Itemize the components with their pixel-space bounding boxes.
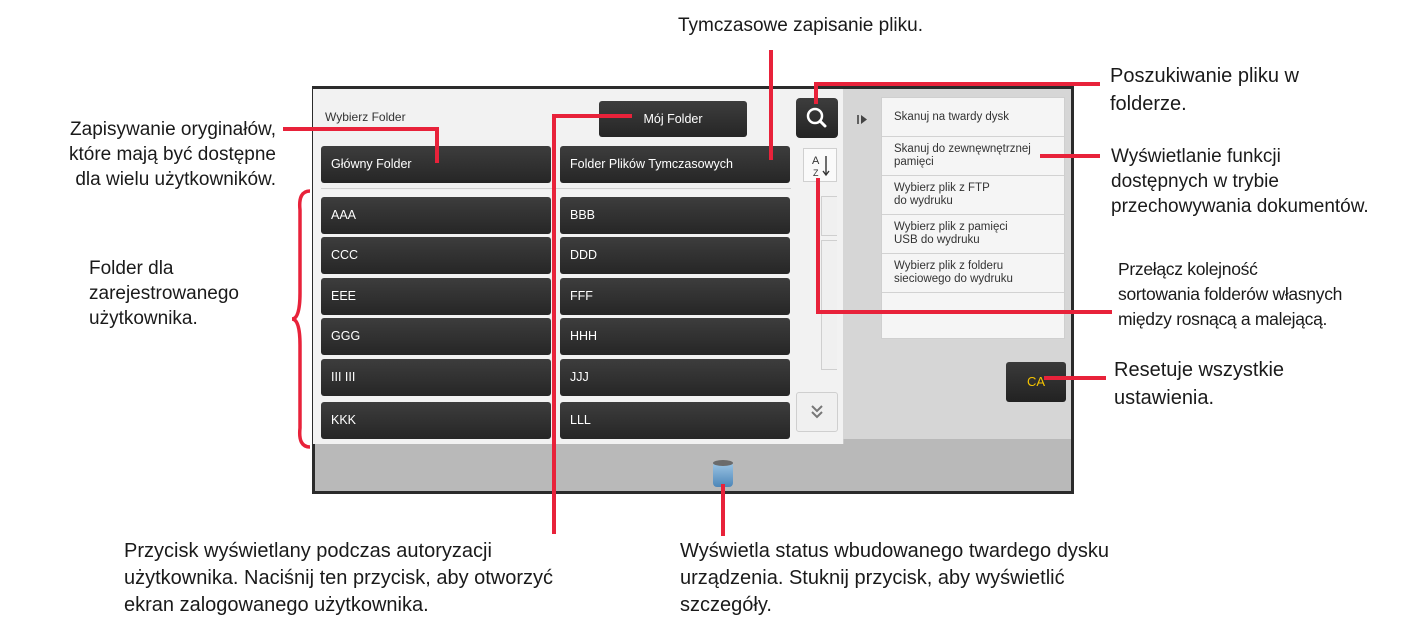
- callout-line: użytkownika. Naciśnij ten przycisk, aby …: [124, 567, 554, 589]
- callout-line: zarejestrowanego: [89, 283, 239, 304]
- folder-button[interactable]: KKK: [321, 402, 551, 439]
- divider: [321, 188, 791, 189]
- leader-my-folder-v: [552, 114, 556, 534]
- folder-button[interactable]: DDD: [560, 237, 790, 274]
- callout-line: dostępnych w trybie: [1111, 171, 1279, 192]
- leader-my-folder-h: [552, 114, 632, 118]
- callout-sort: Przełącz kolejność sortowania folderów w…: [1118, 257, 1342, 332]
- callout-line: które mają być dostępne: [68, 144, 276, 165]
- leader-search-h: [814, 82, 1100, 86]
- function-menu-item-label: Skanuj na twardy dysk: [894, 111, 1010, 123]
- leader-sort-v: [816, 178, 820, 313]
- temp-folder-button[interactable]: Folder Plików Tymczasowych: [560, 146, 790, 183]
- callout-my-folder: Przycisk wyświetlany podczas autoryzacji…: [124, 538, 553, 619]
- leader-hdd-v: [721, 484, 725, 536]
- function-menu-item-label: do wydruku: [894, 195, 953, 207]
- callout-line: Resetuje wszystkie: [1114, 359, 1285, 381]
- sidebar-toggle[interactable]: [850, 100, 876, 140]
- folder-button[interactable]: III III: [321, 359, 551, 396]
- callout-line: Zapisywanie oryginałów,: [70, 119, 276, 140]
- sort-button[interactable]: A Z: [803, 148, 837, 182]
- ca-button[interactable]: CA: [1006, 362, 1066, 402]
- folder-button[interactable]: HHH: [560, 318, 790, 355]
- function-menu-item-label: USB do wydruku: [894, 234, 980, 246]
- callout-line: Przycisk wyświetlany podczas autoryzacji: [124, 540, 492, 562]
- leader-search-v: [814, 82, 818, 104]
- scroll-track[interactable]: [821, 240, 837, 370]
- callout-line: ustawienia.: [1114, 387, 1215, 409]
- svg-text:A: A: [812, 155, 820, 167]
- folder-button[interactable]: EEE: [321, 278, 551, 315]
- search-button[interactable]: [796, 98, 838, 138]
- search-icon: [806, 107, 827, 128]
- function-menu-item-label: sieciowego do wydruku: [894, 273, 1013, 285]
- registered-brace: [291, 189, 311, 449]
- expand-icon: [857, 115, 867, 124]
- callout-line: Wyświetla status wbudowanego twardego dy…: [680, 540, 1109, 562]
- callout-temp-save: Tymczasowe zapisanie pliku.: [678, 13, 923, 38]
- leader-temp-save-v: [769, 50, 773, 160]
- select-folder-label: Wybierz Folder: [325, 110, 406, 124]
- function-list: Skanuj na twardy dysk Skanuj do zewnęwnęt…: [881, 97, 1065, 339]
- callout-line: Poszukiwanie pliku w: [1110, 65, 1299, 87]
- callout-line: folderze.: [1110, 93, 1187, 115]
- callout-line: dla wielu użytkowników.: [75, 169, 276, 190]
- callout-shared: Zapisywanie oryginałów, które mają być d…: [6, 117, 276, 192]
- callout-functions: Wyświetlanie funkcji dostępnych w trybie…: [1111, 144, 1369, 219]
- function-menu-item-label: Skanuj do zewnęwnętrznej: [894, 143, 1031, 155]
- leader-shared-v: [435, 127, 439, 163]
- callout-line: przechowywania dokumentów.: [1111, 196, 1369, 217]
- ca-label: CA: [1026, 374, 1046, 389]
- scroll-up-button[interactable]: [821, 196, 837, 236]
- function-menu-item[interactable]: Wybierz plik z FTP do wydruku: [882, 176, 1064, 215]
- callout-temp-save-text: Tymczasowe zapisanie pliku.: [678, 15, 923, 36]
- folder-button[interactable]: FFF: [560, 278, 790, 315]
- folder-button[interactable]: LLL: [560, 402, 790, 439]
- folder-button[interactable]: GGG: [321, 318, 551, 355]
- double-chevron-down-icon: [811, 405, 823, 419]
- callout-line: ekran zalogowanego użytkownika.: [124, 594, 429, 616]
- leader-reset-h: [1044, 376, 1106, 380]
- leader-sort-h: [816, 310, 1112, 314]
- callout-line: Folder dla: [89, 258, 174, 279]
- folder-button[interactable]: BBB: [560, 197, 790, 234]
- function-menu-item[interactable]: Wybierz plik z folderu sieciowego do wydr…: [882, 254, 1064, 293]
- callout-reset: Resetuje wszystkie ustawienia.: [1114, 356, 1284, 412]
- callout-line: sortowania folderów własnych: [1118, 284, 1343, 304]
- callout-hdd: Wyświetla status wbudowanego twardego dy…: [680, 538, 1109, 619]
- leader-shared-h: [283, 127, 439, 131]
- callout-line: Wyświetlanie funkcji: [1111, 146, 1281, 167]
- function-menu-item[interactable]: Wybierz plik z pamięci USB do wydruku: [882, 215, 1064, 254]
- folder-button[interactable]: JJJ: [560, 359, 790, 396]
- function-menu-item[interactable]: Skanuj na twardy dysk: [882, 98, 1064, 137]
- leader-functions-h: [1040, 154, 1100, 158]
- folder-button[interactable]: AAA: [321, 197, 551, 234]
- callout-line: szczegóły.: [680, 594, 772, 616]
- function-menu-item-label: pamięci: [894, 156, 934, 168]
- sort-az-icon: A Z: [812, 155, 830, 178]
- folder-button[interactable]: CCC: [321, 237, 551, 274]
- my-folder-button[interactable]: Mój Folder: [599, 101, 747, 137]
- scroll-down-button[interactable]: [796, 392, 838, 432]
- function-menu-item-label: Wybierz plik z folderu: [894, 260, 1004, 272]
- callout-line: użytkownika.: [89, 308, 198, 329]
- function-menu-item-label: Wybierz plik z pamięci: [894, 221, 1008, 233]
- callout-registered: Folder dla zarejestrowanego użytkownika.: [89, 256, 239, 331]
- svg-text:Z: Z: [813, 168, 819, 178]
- callout-line: między rosnącą a malejącą.: [1118, 309, 1328, 329]
- function-menu-item[interactable]: Skanuj do zewnęwnętrznej pamięci: [882, 137, 1064, 176]
- callout-line: Przełącz kolejność: [1118, 259, 1258, 279]
- callout-line: urządzenia. Stuknij przycisk, aby wyświe…: [680, 567, 1065, 589]
- callout-search: Poszukiwanie pliku w folderze.: [1110, 62, 1299, 118]
- function-menu-item-label: Wybierz plik z FTP: [894, 182, 990, 194]
